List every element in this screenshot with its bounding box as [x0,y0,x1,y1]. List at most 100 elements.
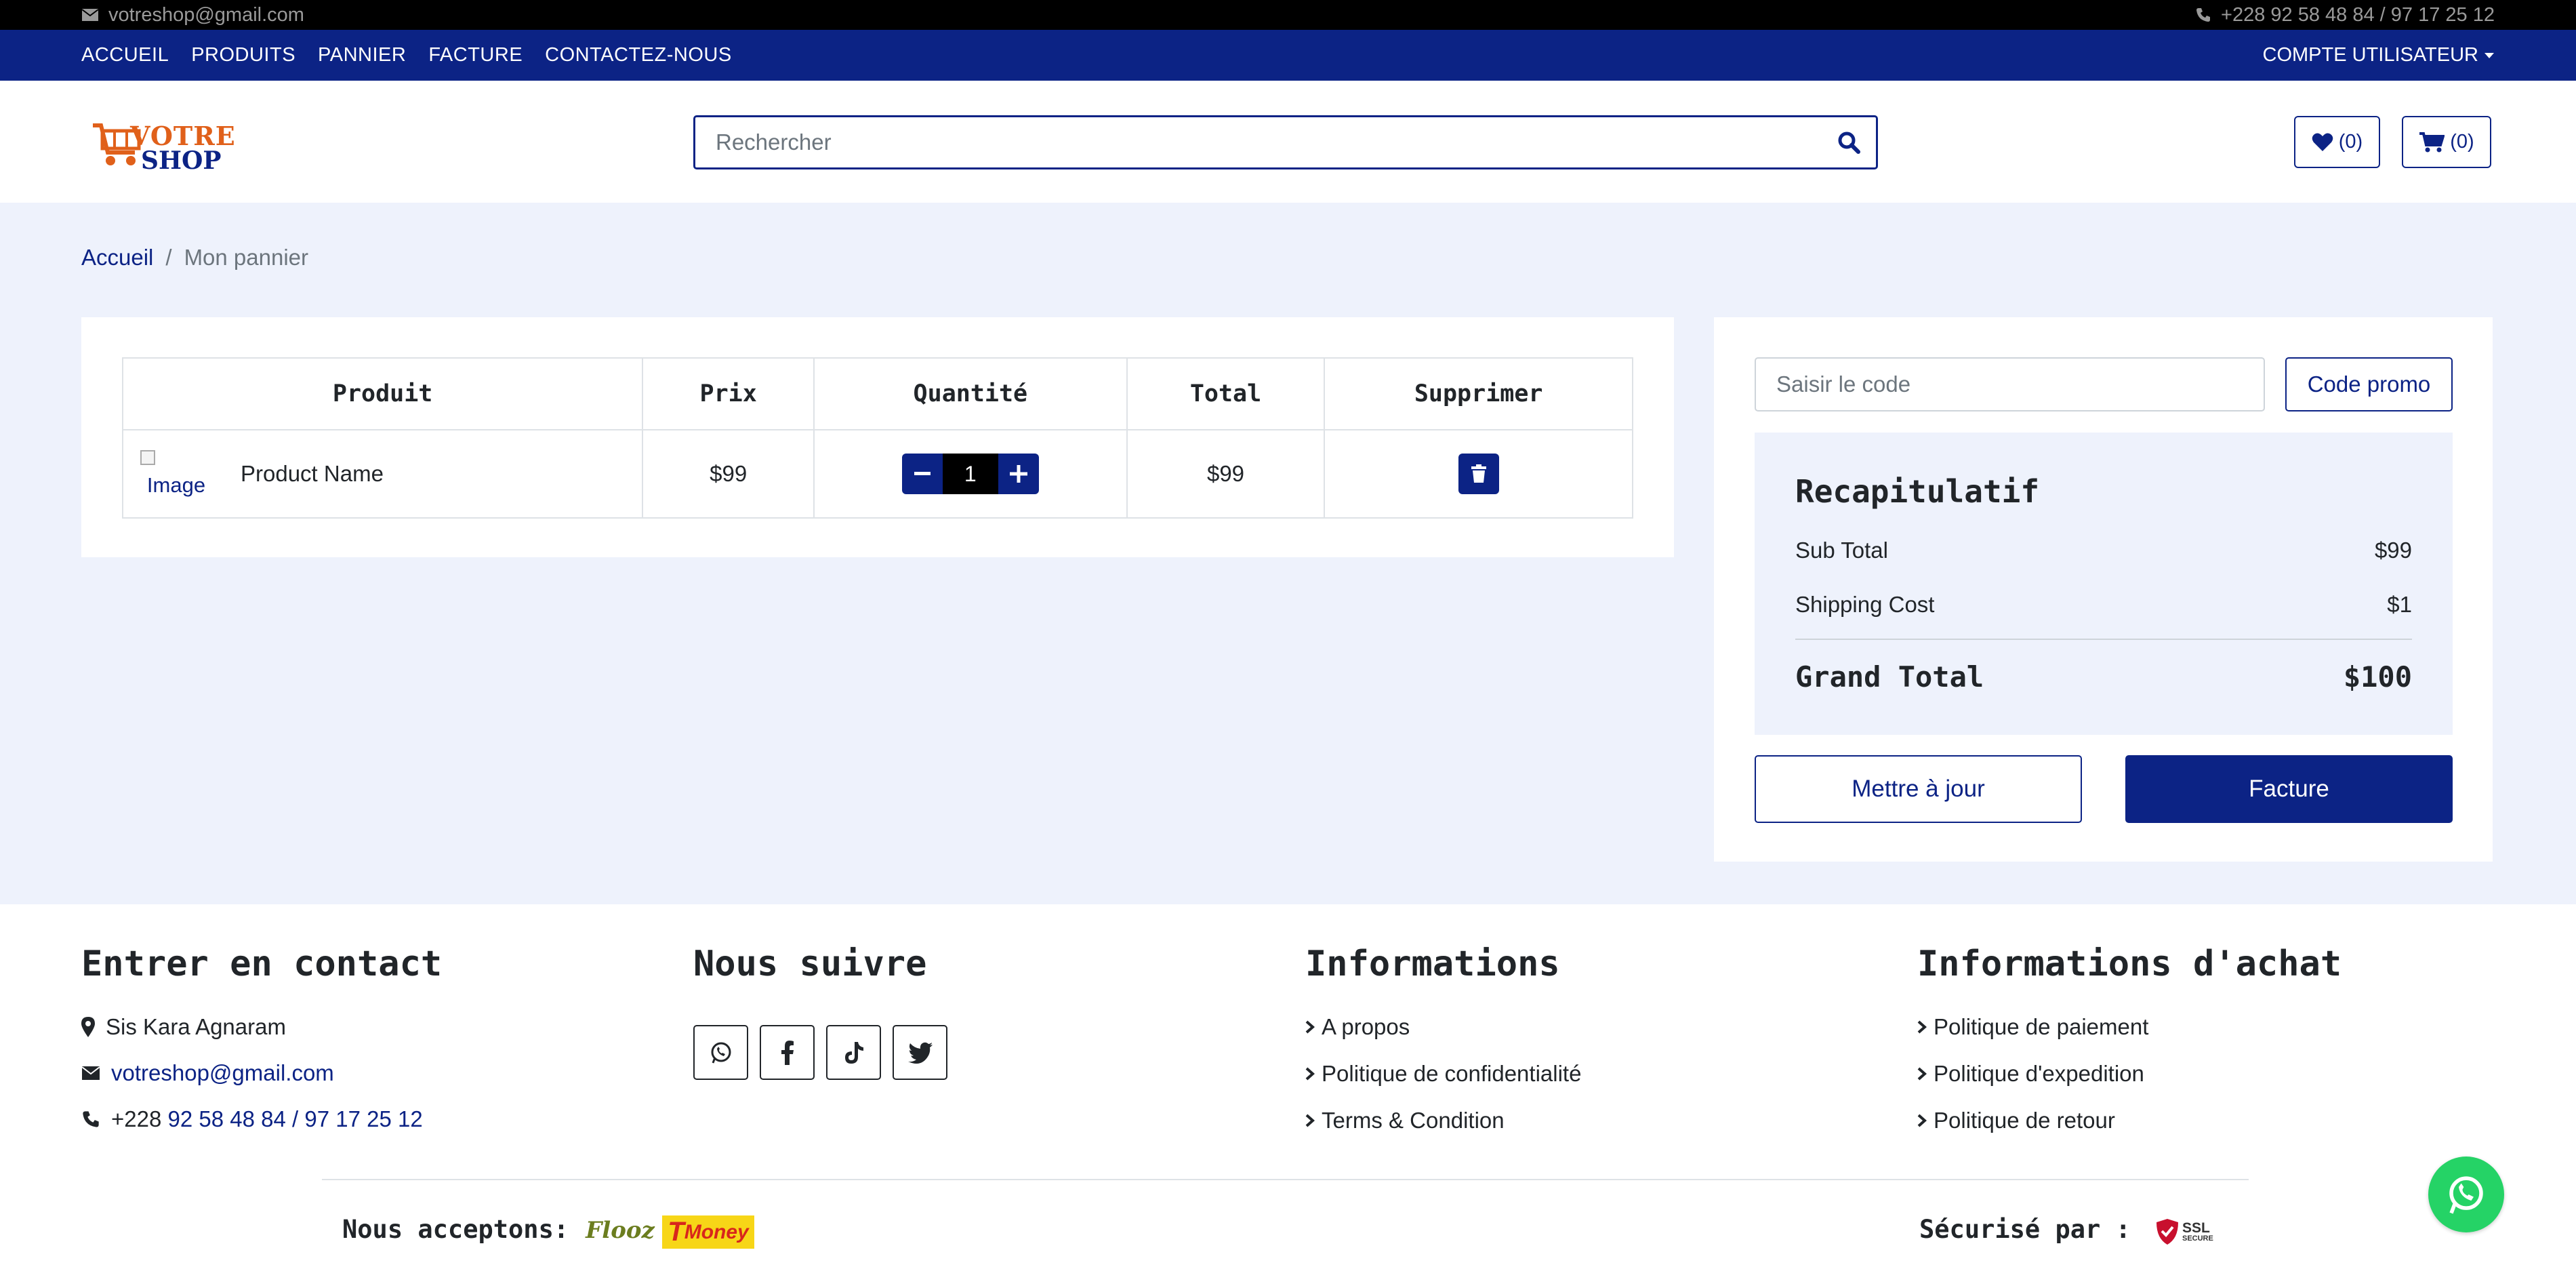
delete-item-button[interactable] [1458,454,1499,494]
topbar-email: votreshop@gmail.com [81,0,304,30]
whatsapp-chat-button[interactable] [2428,1157,2504,1232]
social-links [693,1025,947,1080]
footer-purchase-link[interactable]: Politique de retour [1917,1108,2115,1133]
account-dropdown[interactable]: COMPTE UTILISATEUR [2263,30,2495,81]
footer-info-link[interactable]: A propos [1305,1014,1410,1040]
product-image[interactable]: Image [139,450,213,498]
logo-text-shop: SHOP [141,146,222,175]
nav-link-pannier[interactable]: PANNIER [318,44,406,66]
quantity-input[interactable]: 1 [942,454,998,494]
twitter-link[interactable] [893,1025,947,1080]
secured-by-label: Sécurisé par : [1919,1215,2131,1244]
subtotal-row: Sub Total $99 [1795,538,2412,563]
main-content: Accueil / Mon pannier Produit Prix Quant… [0,203,2576,904]
shipping-row: Shipping Cost $1 [1795,592,2412,618]
promo-code-input[interactable]: Saisir le code [1755,357,2265,411]
cart-button[interactable]: (0) [2402,116,2491,168]
nav-link-produits[interactable]: PRODUITS [191,44,295,66]
product-cell: Image Product Name [121,429,644,519]
footer-info-link[interactable]: Politique de confidentialité [1305,1061,1581,1087]
nav-link-contact[interactable]: CONTACTEZ-NOUS [545,44,732,66]
chevron-right-icon [1917,1020,1927,1034]
col-header-quantite: Quantité [813,357,1128,430]
envelope-icon [81,1066,100,1080]
heart-icon [2312,133,2333,151]
quantity-stepper: 1 [901,454,1039,494]
wishlist-button[interactable]: (0) [2294,116,2380,168]
footer-follow-heading: Nous suivre [693,944,927,984]
nav-link-accueil[interactable]: ACCUEIL [81,44,169,66]
promo-code-button[interactable]: Code promo [2285,357,2453,411]
shipping-value: $1 [2387,592,2412,617]
facebook-icon [781,1040,794,1065]
footer-contact-heading: Entrer en contact [81,944,443,984]
invoice-button[interactable]: Facture [2125,755,2453,823]
footer-address-text: Sis Kara Agnaram [106,1014,286,1039]
footer-email-link[interactable]: votreshop@gmail.com [111,1060,334,1086]
twitter-icon [907,1042,933,1064]
wishlist-count: (0) [2338,131,2363,153]
subtotal-label: Sub Total [1795,538,1888,563]
grand-total-row: Grand Total $100 [1795,660,2412,693]
minus-icon [914,472,931,475]
footer-purchase-link[interactable]: Politique de paiement [1917,1014,2148,1040]
site-footer: Entrer en contact Sis Kara Agnaram votre… [0,904,2576,1267]
footer-info-link[interactable]: Terms & Condition [1305,1108,1505,1133]
footer-purchase-heading: Informations d'achat [1917,944,2342,984]
plus-icon [1009,465,1027,483]
nav-link-facture[interactable]: FACTURE [428,44,523,66]
recap-divider [1795,639,2412,640]
whatsapp-icon [2449,1176,2483,1214]
footer-info-link-label: A propos [1322,1014,1410,1039]
breadcrumb-home-link[interactable]: Accueil [81,245,153,270]
topbar-phone: +228 92 58 48 84 / 97 17 25 12 [2195,0,2495,30]
account-dropdown-label: COMPTE UTILISATEUR [2262,44,2479,66]
footer-purchase-link[interactable]: Politique d'expedition [1917,1061,2144,1087]
ssl-badge-text: SSL [2182,1220,2210,1236]
product-image-alt: Image [146,473,206,497]
search-input[interactable]: Rechercher [695,129,1822,155]
caret-down-icon [2485,52,2494,58]
order-summary-panel: Saisir le code Code promo Recapitulatif … [1714,317,2493,862]
whatsapp-link[interactable] [693,1025,748,1080]
broken-image-icon [140,450,155,465]
breadcrumb: Accueil / Mon pannier [81,245,308,270]
chevron-right-icon [1305,1020,1315,1034]
whatsapp-icon [711,1042,731,1064]
nav-links: ACCUEIL PRODUITS PANNIER FACTURE CONTACT… [81,30,732,81]
site-logo[interactable]: VOTRE SHOP [88,111,235,179]
footer-phone: +228 92 58 48 84 / 97 17 25 12 [81,1106,423,1132]
phone-icon [2196,8,2211,22]
table-row: Image Product Name $99 1 $99 [121,429,1633,519]
ssl-badge-subtext: SECURE [2182,1234,2213,1243]
search-box[interactable]: Rechercher [693,115,1878,169]
chevron-right-icon [1917,1114,1927,1127]
col-header-total: Total [1126,357,1326,430]
cart-table-header: Produit Prix Quantité Total Supprimer [121,357,1633,430]
footer-phone-prefix: +228 [111,1106,162,1131]
update-cart-button[interactable]: Mettre à jour [1755,755,2082,823]
envelope-icon [81,9,99,21]
shield-icon [2156,1219,2178,1245]
top-info-bar: votreshop@gmail.com +228 92 58 48 84 / 9… [0,0,2576,30]
facebook-link[interactable] [760,1025,815,1080]
quantity-increase-button[interactable] [998,454,1039,494]
quantity-decrease-button[interactable] [901,454,943,494]
search-button[interactable] [1822,131,1876,154]
footer-info-link-label: Terms & Condition [1322,1108,1505,1133]
trash-icon [1471,464,1486,483]
tmoney-logo-t: T [668,1217,684,1247]
topbar-email-text: votreshop@gmail.com [108,4,304,26]
site-header: VOTRE SHOP Rechercher (0) (0) [0,81,2576,203]
tiktok-icon [844,1041,863,1064]
chevron-right-icon [1305,1114,1315,1127]
delete-cell [1324,429,1633,519]
product-price: $99 [642,429,815,519]
tiktok-link[interactable] [826,1025,881,1080]
col-header-produit: Produit [121,357,644,430]
footer-divider [322,1179,2249,1180]
footer-purchase-link-label: Politique de paiement [1934,1014,2149,1039]
footer-phone-link[interactable]: 92 58 48 84 / 97 17 25 12 [168,1106,423,1131]
shipping-label: Shipping Cost [1795,592,1935,617]
cart-table: Produit Prix Quantité Total Supprimer Im… [121,357,1633,519]
